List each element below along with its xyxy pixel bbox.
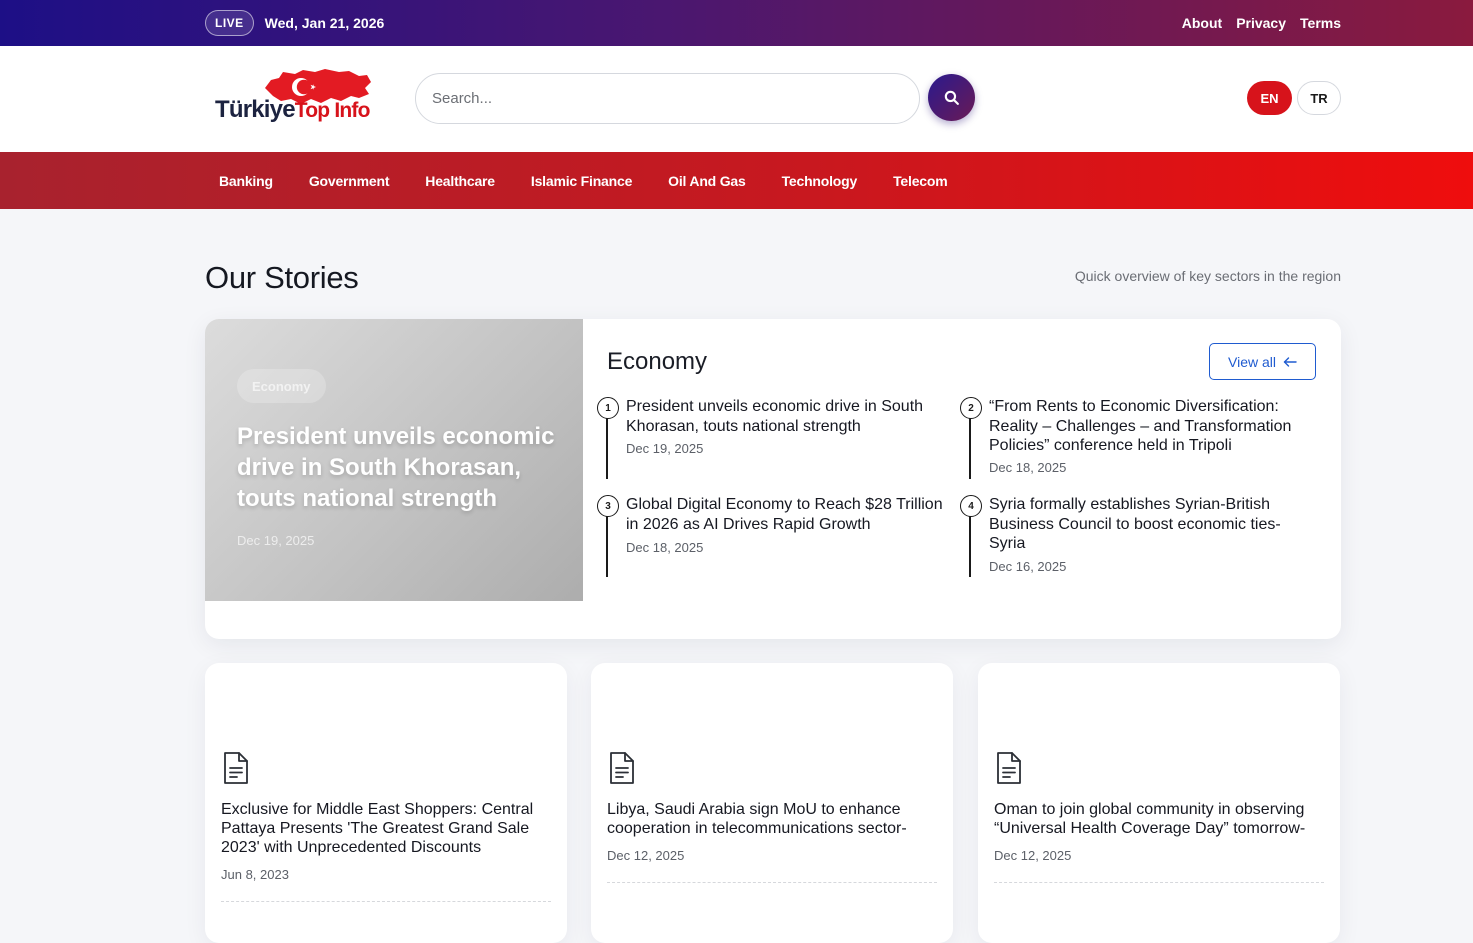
- language-en-button[interactable]: EN: [1247, 81, 1292, 115]
- story-item[interactable]: 1 President unveils economic drive in So…: [597, 397, 942, 479]
- page-subtitle: Quick overview of key sectors in the reg…: [1074, 268, 1341, 284]
- story-number: 1: [597, 397, 619, 419]
- article-date: Dec 12, 2025: [607, 848, 685, 863]
- site-logo[interactable]: TürkiyeTop Info: [215, 66, 387, 128]
- hero-date: Dec 19, 2025: [237, 533, 315, 548]
- article-title[interactable]: Oman to join global community in observi…: [994, 800, 1329, 838]
- current-date: Wed, Jan 21, 2026: [264, 15, 385, 31]
- nav-item-technology[interactable]: Technology: [782, 173, 858, 189]
- nav-item-government[interactable]: Government: [309, 173, 390, 189]
- live-badge: LIVE: [205, 10, 254, 36]
- page-title: Our Stories: [205, 260, 359, 295]
- logo-text-primary: Türkiye: [215, 96, 296, 123]
- arrow-left-icon: [1283, 356, 1297, 367]
- search-box: [415, 73, 920, 124]
- story-title[interactable]: President unveils economic drive in Sout…: [626, 397, 936, 436]
- document-icon: [224, 752, 248, 784]
- top-links: About Privacy Terms: [1182, 15, 1341, 31]
- nav-item-oil-and-gas[interactable]: Oil And Gas: [668, 173, 746, 189]
- story-item[interactable]: 3 Global Digital Economy to Reach $28 Tr…: [597, 495, 943, 577]
- story-date: Dec 16, 2025: [989, 559, 1067, 574]
- story-number: 3: [597, 495, 619, 517]
- story-timeline-bar: [606, 409, 608, 479]
- nav-item-healthcare[interactable]: Healthcare: [425, 173, 495, 189]
- search-input[interactable]: [432, 90, 919, 107]
- hero-category-tag[interactable]: Economy: [237, 369, 326, 403]
- nav-item-telecom[interactable]: Telecom: [893, 173, 948, 189]
- story-date: Dec 19, 2025: [626, 441, 704, 456]
- article-date: Jun 8, 2023: [221, 867, 289, 882]
- nav-item-banking[interactable]: Banking: [219, 173, 273, 189]
- hero-title[interactable]: President unveils economic drive in Sout…: [237, 421, 557, 514]
- nav-item-islamic-finance[interactable]: Islamic Finance: [531, 173, 632, 189]
- document-icon: [997, 752, 1021, 784]
- view-all-button[interactable]: View all: [1209, 343, 1316, 380]
- article-title[interactable]: Libya, Saudi Arabia sign MoU to enhance …: [607, 800, 942, 838]
- search-button[interactable]: [928, 74, 975, 121]
- article-card[interactable]: Exclusive for Middle East Shoppers: Cent…: [205, 663, 567, 943]
- story-item[interactable]: 4 Syria formally establishes Syrian-Brit…: [960, 495, 1305, 577]
- logo-text-secondary: Top Info: [294, 99, 371, 122]
- economy-feature-card: Economy President unveils economic drive…: [205, 319, 1341, 639]
- language-tr-button[interactable]: TR: [1297, 81, 1341, 115]
- card-divider: [994, 882, 1324, 883]
- article-date: Dec 12, 2025: [994, 848, 1072, 863]
- search-icon: [944, 90, 959, 105]
- story-number: 2: [960, 397, 982, 419]
- article-title[interactable]: Exclusive for Middle East Shoppers: Cent…: [221, 800, 556, 858]
- story-title[interactable]: “From Rents to Economic Diversification:…: [989, 397, 1309, 456]
- top-bar: LIVE Wed, Jan 21, 2026 About Privacy Ter…: [0, 0, 1473, 46]
- story-number: 4: [960, 495, 982, 517]
- article-card[interactable]: Libya, Saudi Arabia sign MoU to enhance …: [591, 663, 953, 943]
- terms-link[interactable]: Terms: [1300, 15, 1341, 31]
- story-timeline-bar: [969, 409, 971, 479]
- category-heading: Economy: [607, 348, 708, 375]
- story-title[interactable]: Global Digital Economy to Reach $28 Tril…: [626, 495, 951, 534]
- document-icon: [610, 752, 634, 784]
- category-nav: Banking Government Healthcare Islamic Fi…: [0, 152, 1473, 209]
- privacy-link[interactable]: Privacy: [1236, 15, 1286, 31]
- story-date: Dec 18, 2025: [989, 460, 1067, 475]
- article-card[interactable]: Oman to join global community in observi…: [978, 663, 1340, 943]
- card-divider: [607, 882, 937, 883]
- site-header: TürkiyeTop Info EN TR: [0, 46, 1473, 152]
- story-timeline-bar: [969, 507, 971, 577]
- card-divider: [221, 901, 551, 902]
- story-title[interactable]: Syria formally establishes Syrian-Britis…: [989, 495, 1294, 554]
- story-item[interactable]: 2 “From Rents to Economic Diversificatio…: [960, 397, 1305, 479]
- story-date: Dec 18, 2025: [626, 540, 704, 555]
- story-timeline-bar: [606, 507, 608, 577]
- view-all-label: View all: [1228, 353, 1276, 370]
- hero-story[interactable]: Economy President unveils economic drive…: [205, 319, 583, 601]
- about-link[interactable]: About: [1182, 15, 1222, 31]
